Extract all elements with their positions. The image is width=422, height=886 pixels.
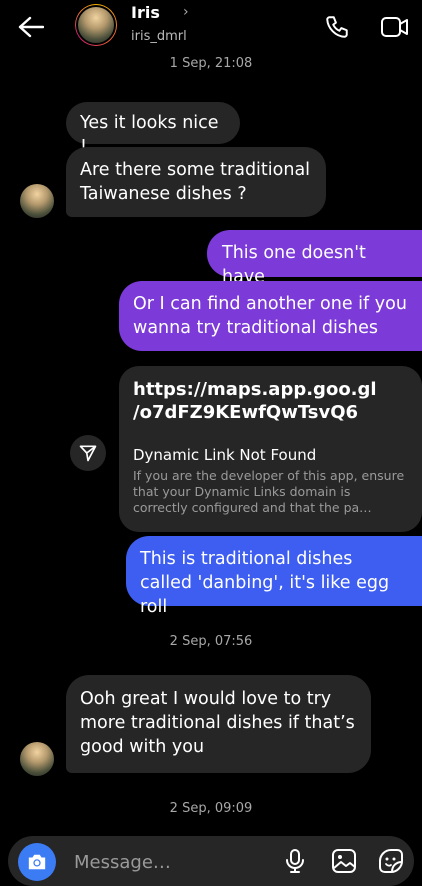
video-camera-icon[interactable] [380, 12, 410, 42]
link-description: If you are the developer of this app, en… [133, 468, 405, 515]
outgoing-message[interactable]: This one doesn't have [207, 230, 422, 287]
message-composer [8, 836, 414, 886]
outgoing-message[interactable]: Or I can find another one if you wanna t… [119, 281, 422, 351]
link-title: Dynamic Link Not Found [133, 446, 317, 464]
sender-avatar[interactable] [20, 742, 54, 776]
contact-info[interactable]: Iris › iris_dmrl [131, 3, 189, 46]
link-url[interactable]: https://maps.app.goo.gl /o7dFZ9KEwfQwTsv… [133, 378, 408, 424]
sender-avatar[interactable] [20, 184, 54, 218]
chat-header: Iris › iris_dmrl [0, 0, 422, 52]
outgoing-message[interactable]: This is traditional dishes called 'danbi… [126, 536, 422, 617]
timestamp: 1 Sep, 21:08 [169, 56, 253, 71]
incoming-message[interactable]: Yes it looks nice ! [66, 102, 240, 157]
incoming-message[interactable]: Ooh great I would love to try more tradi… [66, 675, 371, 773]
share-icon[interactable] [70, 435, 106, 471]
link-preview-card[interactable]: https://maps.app.goo.gl /o7dFZ9KEwfQwTsv… [119, 366, 422, 532]
image-icon[interactable] [329, 846, 359, 876]
timestamp: 2 Sep, 07:56 [169, 634, 253, 649]
timestamp: 2 Sep, 09:09 [169, 801, 253, 816]
phone-icon[interactable] [322, 12, 352, 42]
back-arrow-icon[interactable] [14, 10, 48, 44]
message-input[interactable] [72, 846, 276, 878]
chevron-right-icon: › [183, 4, 189, 20]
profile-avatar[interactable] [75, 4, 117, 46]
contact-name: Iris [131, 3, 160, 22]
contact-username: iris_dmrl [131, 29, 187, 44]
microphone-icon[interactable] [280, 846, 310, 876]
incoming-message[interactable]: Are there some traditional Taiwanese dis… [66, 147, 326, 217]
sticker-icon[interactable] [376, 846, 406, 876]
camera-icon[interactable] [18, 843, 56, 881]
